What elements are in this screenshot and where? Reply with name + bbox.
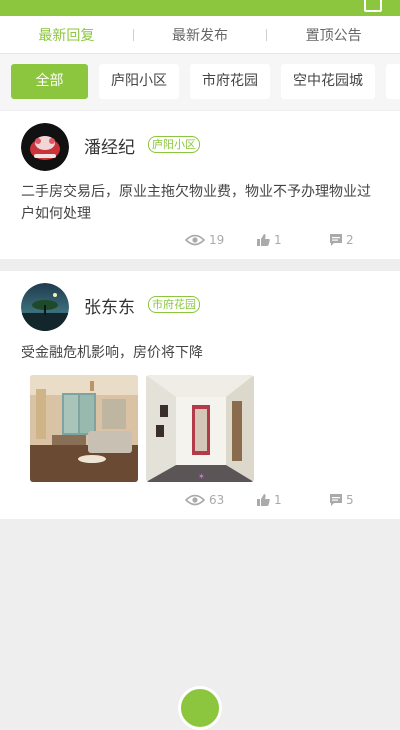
like-count[interactable]: 1 (257, 493, 282, 507)
comment-count[interactable]: 5 (330, 493, 354, 507)
post-content: 受金融危机影响，房价将下降 (21, 345, 203, 361)
comment-icon (330, 234, 342, 246)
community-filter-bar: 全部 庐阳小区 市府花园 空中花园城 (0, 54, 400, 110)
like-count[interactable]: 1 (257, 233, 282, 247)
avatar[interactable] (21, 123, 69, 171)
view-count-value: 63 (209, 493, 225, 507)
community-tag: 市府花园 (148, 296, 200, 313)
tab-bar: 最新回复 最新发布 置顶公告 (0, 16, 400, 54)
author-name: 潘经纪 (84, 138, 135, 158)
filter-chip-luyang[interactable]: 庐阳小区 (99, 64, 179, 99)
view-count: 63 (185, 493, 224, 507)
comment-count[interactable]: 2 (330, 233, 354, 247)
filter-chip-more[interactable] (386, 64, 400, 99)
eye-icon (185, 234, 205, 246)
tab-latest-reply[interactable]: 最新回复 (0, 25, 133, 45)
post-card[interactable]: 张东东 市府花园 受金融危机影响，房价将下降 ✶ 63 1 5 (0, 271, 400, 519)
tab-pinned-notice[interactable]: 置顶公告 (267, 25, 400, 45)
comment-count-value: 2 (346, 233, 354, 247)
filter-chip-shifu[interactable]: 市府花园 (190, 64, 270, 99)
thumbs-up-icon (257, 494, 270, 506)
eye-icon (185, 494, 205, 506)
tab-latest-post[interactable]: 最新发布 (134, 25, 267, 45)
post-content: 二手房交易后，原业主拖欠物业费，物业不予办理物业过户如何处理 (21, 184, 371, 222)
svg-text:✶: ✶ (198, 472, 205, 481)
view-count: 19 (185, 233, 224, 247)
post-photo-hallway[interactable]: ✶ (146, 375, 254, 482)
avatar[interactable] (21, 283, 69, 331)
add-post-button[interactable] (178, 686, 222, 730)
menu-icon[interactable] (364, 0, 382, 12)
author-name: 张东东 (84, 298, 135, 318)
thumbs-up-icon (257, 234, 270, 246)
community-tag: 庐阳小区 (148, 136, 200, 153)
post-photo-living-room[interactable] (30, 375, 138, 482)
top-bar (0, 0, 400, 16)
post-card[interactable]: 潘经纪 庐阳小区 二手房交易后，原业主拖欠物业费，物业不予办理物业过户如何处理 … (0, 111, 400, 259)
comment-icon (330, 494, 342, 506)
filter-chip-sky-garden[interactable]: 空中花园城 (281, 64, 375, 99)
comment-count-value: 5 (346, 493, 354, 507)
like-count-value: 1 (274, 493, 282, 507)
view-count-value: 19 (209, 233, 225, 247)
filter-chip-all[interactable]: 全部 (11, 64, 88, 99)
like-count-value: 1 (274, 233, 282, 247)
